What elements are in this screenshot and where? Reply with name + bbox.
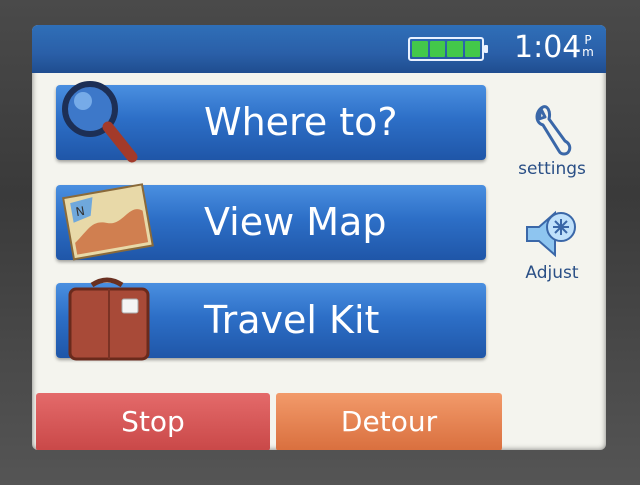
- battery-cell: [447, 41, 463, 57]
- travel-kit-label: Travel Kit: [204, 298, 380, 342]
- map-icon: N: [62, 183, 154, 261]
- screen: 1:04 P m Where to? N View Map Travel Kit…: [32, 25, 606, 450]
- wrench-icon: [535, 105, 572, 156]
- detour-button[interactable]: Detour: [276, 393, 502, 450]
- where-to-button[interactable]: Where to?: [56, 81, 486, 163]
- settings-label: settings: [518, 159, 586, 179]
- where-to-label: Where to?: [204, 100, 398, 144]
- battery-cell: [412, 41, 428, 57]
- adjust-label: Adjust: [525, 263, 579, 283]
- speaker-icon: [526, 210, 576, 258]
- travel-kit-button[interactable]: Travel Kit: [56, 277, 486, 361]
- stop-button[interactable]: Stop: [36, 393, 270, 450]
- battery-indicator: [408, 37, 488, 61]
- suitcase-icon: [68, 277, 150, 361]
- battery-cell: [429, 41, 445, 57]
- battery-cell: [464, 41, 480, 57]
- magnifier-icon: [62, 81, 138, 163]
- ampm-indicator: P m: [578, 34, 598, 58]
- adjust-button[interactable]: Adjust: [502, 205, 602, 283]
- view-map-button[interactable]: N View Map: [56, 183, 486, 261]
- settings-button[interactable]: settings: [502, 103, 602, 179]
- clock: 1:04: [514, 30, 582, 65]
- ampm-bottom: m: [582, 45, 594, 59]
- view-map-label: View Map: [204, 200, 387, 244]
- status-bar: 1:04 P m: [32, 25, 606, 73]
